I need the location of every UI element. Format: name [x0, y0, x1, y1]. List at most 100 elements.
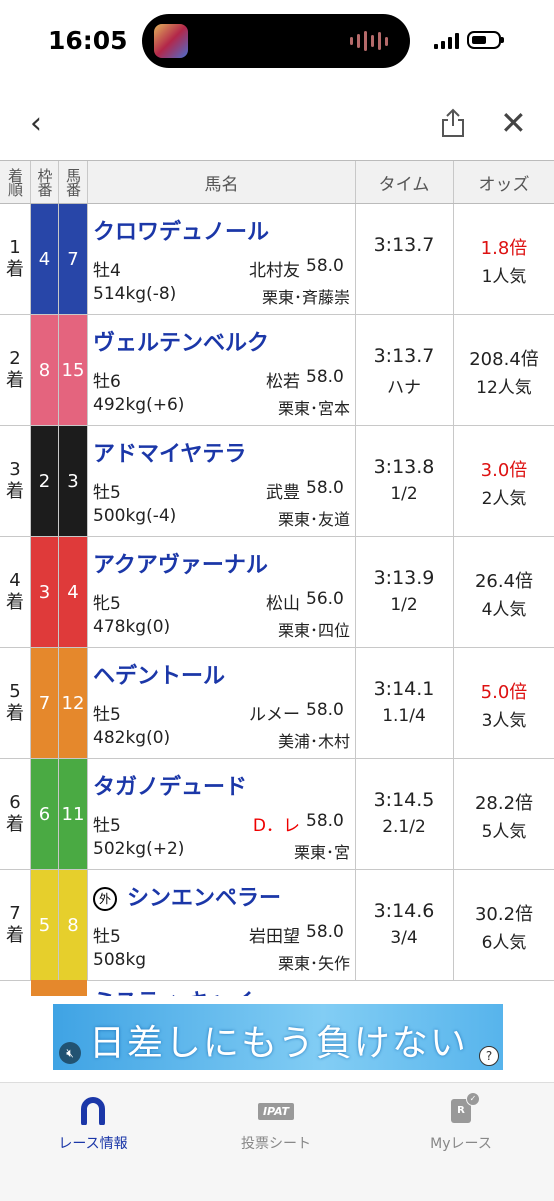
close-icon[interactable]: ✕: [500, 104, 527, 142]
header-odds: オッズ: [478, 174, 530, 195]
carried-weight: 58.0: [306, 478, 344, 498]
horse-weight: 492kg(+6): [93, 395, 185, 415]
trainer-name[interactable]: 栗東･宮: [294, 839, 350, 863]
table-row[interactable]: 2 着 8 15 ヴェルテンベルク 牡6 松若 58.0 492kg(+6) 栗東･宮本 3:13.…: [0, 315, 554, 426]
margin: 1.1/4: [382, 706, 426, 726]
table-row[interactable]: 6 着 6 11 タガノデュード 牡5 D．レ 58.0 502kg(+2) 栗東･宮 3:14.5…: [0, 759, 554, 870]
odds: 208.4倍: [469, 349, 539, 370]
ad-text: 日差しにもう負けない: [89, 1023, 468, 1064]
horse-weight: 514kg(-8): [93, 284, 177, 304]
table-row[interactable]: 1 着 4 7 クロワデュノール 牡4 北村友 58.0 514kg(-8) 栗東･斉藤崇 3:13…: [0, 204, 554, 315]
horse-number: 8: [59, 870, 87, 980]
popularity: 2人気: [481, 489, 527, 509]
battery-icon: [467, 31, 504, 49]
horse-name[interactable]: アドマイヤテラ: [93, 436, 246, 468]
trainer-name[interactable]: 栗東･四位: [278, 617, 350, 641]
ad-area: 日差しにもう負けない 🔇︎ ?: [0, 996, 554, 1082]
jockey-name[interactable]: 松若: [266, 367, 300, 392]
tab-label: 投票シート: [241, 1136, 311, 1152]
carried-weight: 58.0: [306, 367, 344, 387]
tab-my-race[interactable]: R Myレース: [381, 1092, 541, 1153]
table-row[interactable]: 3 着 2 3 アドマイヤテラ 牡5 武豊 58.0 500kg(-4) 栗東･友道 3:13.8 1…: [0, 426, 554, 537]
race-time: 3:13.7: [373, 345, 435, 367]
margin: 1/2: [390, 595, 418, 615]
header-horse-name: 馬名: [204, 174, 239, 195]
horse-name-text: アドマイヤテラ: [93, 442, 247, 467]
rank-number: 2: [9, 348, 21, 369]
rank-unit: 着: [6, 592, 24, 613]
carried-weight: 58.0: [306, 700, 344, 720]
horse-name-text: クロワデュノール: [93, 220, 270, 245]
odds: 30.2倍: [474, 904, 534, 925]
odds: 28.2倍: [474, 793, 534, 814]
tab-race-info[interactable]: レース情報: [13, 1097, 173, 1153]
jockey-name[interactable]: ルメー: [249, 700, 300, 725]
finish-position: 2着: [0, 315, 30, 425]
popularity: 1人気: [481, 267, 527, 287]
trainer-name[interactable]: 美浦･木村: [278, 728, 350, 752]
popularity: 12人気: [476, 378, 532, 398]
share-icon[interactable]: [440, 108, 466, 138]
rank-number: 6: [9, 792, 21, 813]
ad-help-icon[interactable]: ?: [479, 1046, 499, 1066]
dynamic-island[interactable]: [142, 14, 410, 68]
table-row[interactable]: 4 着 3 4 アクアヴァーナル 牝5 松山 56.0 478kg(0) 栗東･四位 3:13.9 1…: [0, 537, 554, 648]
carried-weight: 58.0: [306, 256, 344, 276]
margin: ハナ: [387, 378, 421, 398]
ad-banner[interactable]: 日差しにもう負けない 🔇︎ ?: [53, 1004, 503, 1070]
trainer-name[interactable]: 栗東･友道: [278, 506, 350, 530]
carried-weight: 58.0: [306, 922, 344, 942]
jockey-name[interactable]: 北村友: [249, 256, 300, 281]
horse-name[interactable]: アクアヴァーナル: [93, 547, 268, 579]
horse-number: 3: [59, 426, 87, 536]
navigation-bar: ‹ ✕: [0, 86, 554, 160]
horse-number: 15: [59, 315, 87, 425]
tab-vote-sheet[interactable]: IPAT 投票シート: [196, 1097, 356, 1153]
trainer-name[interactable]: 栗東･矢作: [278, 950, 350, 974]
horse-number: 7: [59, 204, 87, 314]
audio-wave-icon: [350, 30, 388, 52]
horse-name[interactable]: タガノデュード: [93, 769, 247, 801]
table-row[interactable]: 7 着 5 8 外シンエンペラー 牡5 岩田望 58.0 508kg 栗東･矢作 3:14.6 3/4…: [0, 870, 554, 981]
odds: 5.0倍: [480, 682, 528, 703]
sex-age: 牝5: [93, 594, 121, 614]
rank-number: 7: [9, 903, 21, 924]
horse-name-text: シンエンペラー: [127, 886, 282, 911]
table-row[interactable]: 5 着 7 12 ヘデントール 牡5 ルメー 58.0 482kg(0) 美浦･木村 3:14.1 1…: [0, 648, 554, 759]
rank-unit: 着: [6, 370, 24, 391]
race-time: 3:13.7: [373, 234, 435, 256]
horse-name[interactable]: 外シンエンペラー: [93, 880, 281, 912]
horse-name[interactable]: クロワデュノール: [93, 214, 269, 246]
finish-position: 6着: [0, 759, 30, 869]
tab-bar: レース情報 IPAT 投票シート R Myレース: [0, 1082, 554, 1201]
mute-icon[interactable]: 🔇︎: [59, 1042, 81, 1064]
rank-number: 3: [9, 459, 21, 480]
horse-name[interactable]: ヴェルテンベルク: [93, 325, 269, 357]
horse-name[interactable]: ヘデントール: [93, 658, 225, 690]
back-chevron-icon[interactable]: ‹: [30, 106, 42, 141]
horse-number: 12: [59, 648, 87, 758]
rank-unit: 着: [6, 925, 24, 946]
horse-weight: 482kg(0): [93, 728, 171, 748]
odds: 3.0倍: [480, 460, 528, 481]
jockey-name[interactable]: D．レ: [253, 811, 300, 836]
rank-unit: 着: [6, 259, 24, 280]
horse-name-text: ヴェルテンベルク: [93, 331, 270, 356]
waku-number: 7: [31, 648, 58, 758]
header-time: タイム: [378, 174, 430, 195]
sex-age: 牡5: [93, 816, 121, 836]
trainer-name[interactable]: 栗東･宮本: [278, 395, 350, 419]
finish-position: 7着: [0, 870, 30, 980]
status-time: 16:05: [48, 26, 128, 55]
trainer-name[interactable]: 栗東･斉藤崇: [262, 284, 350, 308]
rank-unit: 着: [6, 703, 24, 724]
jockey-name[interactable]: 岩田望: [249, 922, 300, 947]
jockey-name[interactable]: 武豊: [266, 478, 300, 503]
waku-number: 5: [31, 870, 58, 980]
result-rows: 1 着 4 7 クロワデュノール 牡4 北村友 58.0 514kg(-8) 栗東･斉藤崇 3:13…: [0, 204, 554, 981]
my-race-icon: R: [451, 1092, 480, 1123]
rank-number: 4: [9, 570, 21, 591]
jockey-name[interactable]: 松山: [266, 589, 300, 614]
horse-weight: 502kg(+2): [93, 839, 185, 859]
horse-weight: 478kg(0): [93, 617, 171, 637]
